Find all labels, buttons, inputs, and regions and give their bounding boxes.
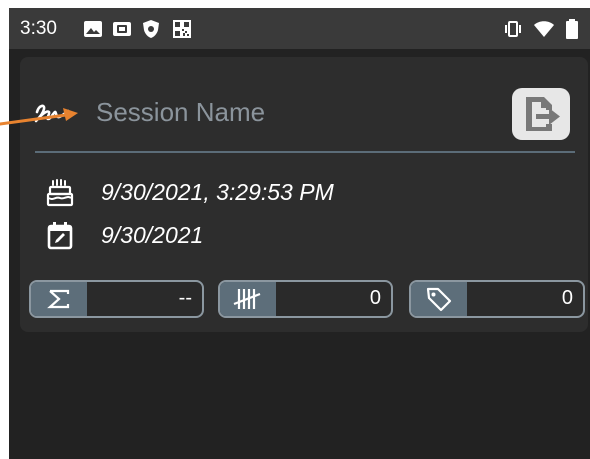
wifi-icon: [534, 19, 554, 39]
qr-code-icon: [172, 19, 192, 39]
tags-stat[interactable]: 0: [409, 280, 585, 318]
count-stat[interactable]: 0: [218, 280, 393, 318]
device-screen: 3:30 Session Name 9/30/2021, 3:29:53 PM …: [9, 8, 590, 459]
sd-card-icon: [112, 19, 132, 39]
sigma-icon: [31, 282, 87, 316]
divider: [35, 151, 575, 153]
birthday-cake-icon: [45, 178, 75, 208]
vibrate-icon: [503, 19, 523, 39]
shield-icon: [141, 19, 161, 39]
calendar-edit-icon: [45, 221, 75, 251]
status-time: 3:30: [20, 18, 57, 39]
sum-value: --: [178, 287, 192, 309]
status-bar: 3:30: [9, 8, 590, 49]
tally-icon: [220, 282, 276, 316]
tag-icon: [411, 282, 467, 316]
export-button[interactable]: [512, 88, 570, 140]
annotation-arrow: [0, 102, 90, 132]
sum-stat[interactable]: --: [29, 280, 204, 318]
session-card: 9/30/2021, 3:29:53 PM 9/30/2021 --: [20, 57, 588, 332]
tags-value: 0: [561, 287, 573, 309]
export-icon: [526, 97, 560, 131]
created-timestamp: 9/30/2021, 3:29:53 PM: [101, 179, 334, 205]
session-name-input[interactable]: [96, 93, 426, 131]
session-date: 9/30/2021: [101, 222, 204, 248]
image-icon: [83, 19, 103, 39]
battery-icon: [565, 19, 579, 39]
count-value: 0: [369, 287, 381, 309]
